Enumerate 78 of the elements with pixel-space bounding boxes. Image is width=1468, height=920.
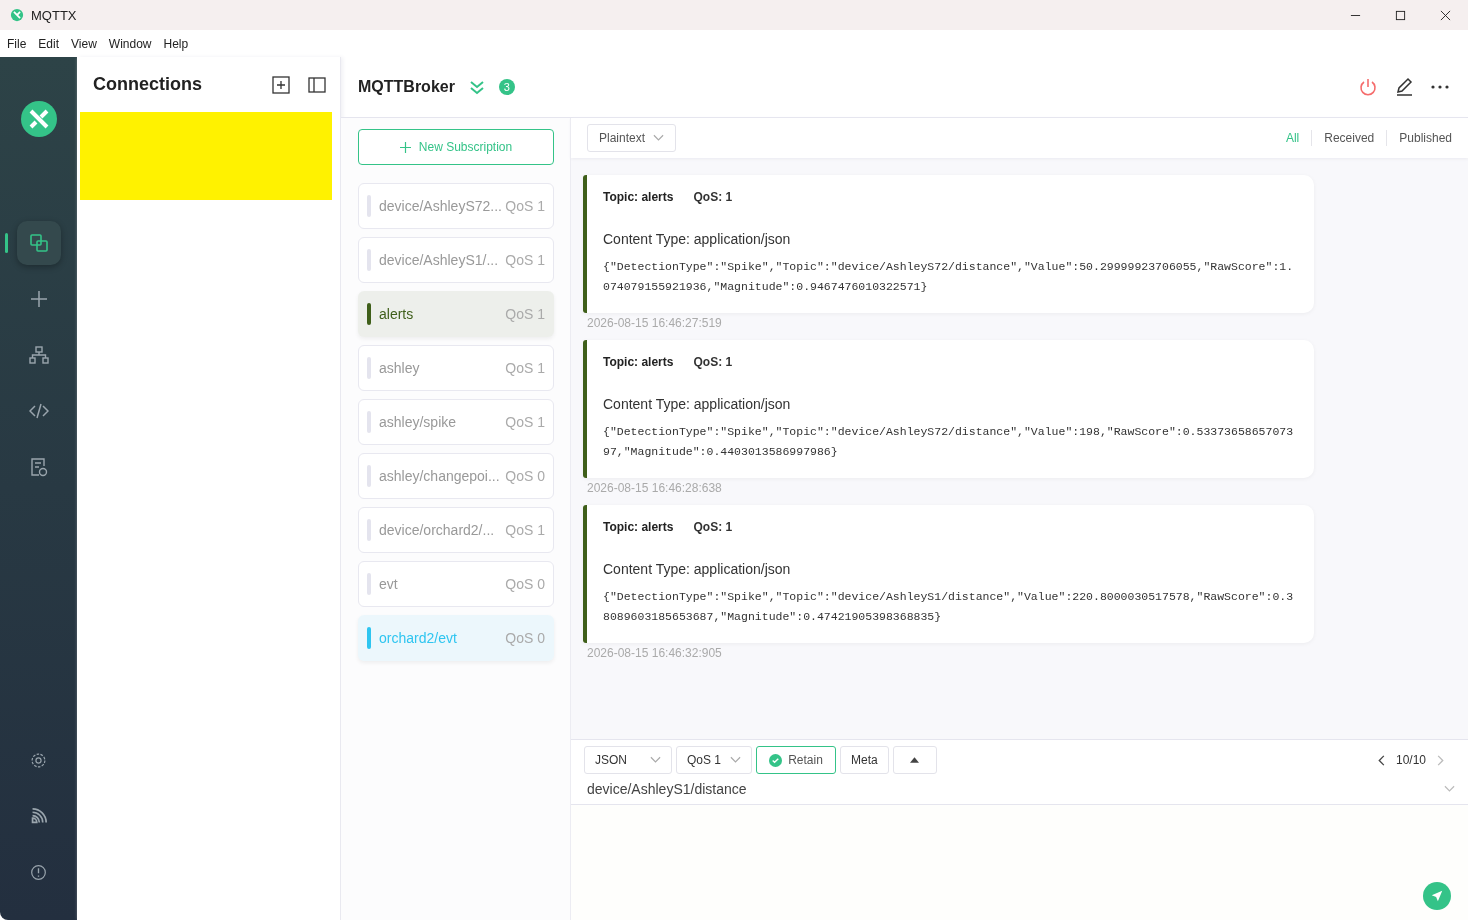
subscription-qos: QoS 1 [505, 360, 545, 376]
retain-button[interactable]: Retain [756, 746, 836, 774]
message-time: 2026-08-15 16:46:27:519 [586, 316, 723, 330]
subscription-topic: alerts [379, 306, 415, 322]
subscription-topic: device/AshleyS1/... [379, 252, 500, 268]
subscription-qos: QoS 0 [505, 630, 545, 646]
send-icon [1430, 889, 1444, 903]
document-icon [28, 457, 49, 477]
subscription-qos: QoS 0 [505, 576, 545, 592]
squares-icon [28, 233, 49, 253]
subscription-topic: device/orchard2/... [379, 522, 496, 538]
message-time: 2026-08-15 16:46:28:638 [586, 481, 723, 495]
subscription-topic: ashley/changepoi... [379, 468, 501, 484]
message-topic: Topic: alerts [603, 190, 674, 204]
previous-icon[interactable] [1377, 754, 1386, 766]
plus-icon [399, 141, 411, 153]
settings-icon[interactable] [30, 751, 47, 769]
info-icon[interactable] [30, 863, 47, 881]
subscription-qos: QoS 1 [505, 252, 545, 268]
count-badge: 3 [498, 79, 515, 95]
meta-button[interactable]: Meta [840, 746, 889, 774]
triangle-up-icon [910, 757, 920, 763]
app-logo-icon [10, 8, 24, 22]
content-type: Content Type: application/json [603, 561, 792, 577]
subscription-qos: QoS 1 [505, 414, 545, 430]
subscription-topic: ashley [379, 360, 421, 376]
format-dropdown[interactable]: JSON [584, 746, 672, 774]
menu-item[interactable]: Edit [38, 36, 60, 51]
menu-item[interactable]: File [7, 36, 27, 51]
message-topic: Topic: alerts [603, 355, 674, 369]
content-type: Content Type: application/json [603, 396, 792, 412]
connections-nav-button[interactable] [16, 221, 61, 265]
chevron-down-icon [653, 134, 665, 142]
message-topic: Topic: alerts [603, 520, 674, 534]
qos-dropdown[interactable]: QoS 1 [676, 746, 752, 774]
message-qos: QoS: 1 [693, 190, 733, 204]
message-payload: {"DetectionType":"Spike","Topic":"device/AshleyS72/distance","Value":198,"RawScore":0.5337365865707397,"Magnitude":0.4403013586997986} [603, 424, 1295, 460]
subscription-qos: QoS 0 [505, 468, 545, 484]
expand-button[interactable] [892, 746, 937, 774]
content-type: Content Type: application/json [603, 231, 792, 247]
feed-icon[interactable] [30, 807, 47, 825]
check-circle-icon [769, 753, 783, 767]
message-qos: QoS: 1 [693, 520, 733, 534]
page-counter: 10/10 [1395, 753, 1426, 767]
app-logo-icon [20, 101, 57, 137]
filter-tab[interactable]: Received [1312, 131, 1387, 145]
subscription-topic: evt [379, 576, 399, 592]
broker-name: MQTTBroker [358, 78, 455, 96]
hierarchy-icon [28, 345, 49, 365]
subscription-qos: QoS 1 [505, 198, 545, 214]
chevron-down-icon [650, 756, 661, 764]
subscription-qos: QoS 1 [505, 306, 545, 322]
format-dropdown[interactable]: Plaintext [587, 124, 677, 152]
chevron-down-icon [730, 756, 741, 764]
connections-title: Connections [93, 74, 203, 95]
power-icon[interactable] [1358, 77, 1378, 97]
subscription-topic: ashley/spike [379, 414, 458, 430]
message-time: 2026-08-15 16:46:32:905 [586, 646, 723, 660]
message-payload: {"DetectionType":"Spike","Topic":"device/AshleyS1/distance","Value":220.8000030517578,"RawScore":0.38089603185653687,"Magnitude":0.47421905398368835} [603, 589, 1295, 625]
filter-tab[interactable]: Published [1387, 131, 1452, 145]
sidebar-toggle-icon[interactable] [307, 74, 327, 95]
add-icon[interactable] [271, 74, 291, 95]
subscription-item[interactable]: alerts QoS 1 [358, 291, 554, 337]
edit-icon[interactable] [1394, 77, 1414, 97]
menu-item[interactable]: Window [108, 36, 152, 51]
subscription-topic: orchard2/evt [379, 630, 458, 646]
code-icon [28, 401, 49, 421]
plus-icon [28, 289, 49, 309]
chevron-down-icon [1444, 785, 1455, 793]
message-qos: QoS: 1 [693, 355, 733, 369]
window-title: MQTTX [31, 7, 77, 23]
close-icon[interactable] [1440, 9, 1451, 21]
maximize-icon[interactable] [1395, 9, 1406, 21]
subscription-qos: QoS 1 [505, 522, 545, 538]
menu-item[interactable]: Help [163, 36, 189, 51]
subscription-topic: device/AshleyS72... [379, 198, 503, 214]
menu-item[interactable]: View [71, 36, 97, 51]
message-payload: {"DetectionType":"Spike","Topic":"device/AshleyS72/distance","Value":50.29999923706055,"RawScore":1.074079155921936,"Magnitude":0.9467476010322571} [603, 259, 1295, 295]
